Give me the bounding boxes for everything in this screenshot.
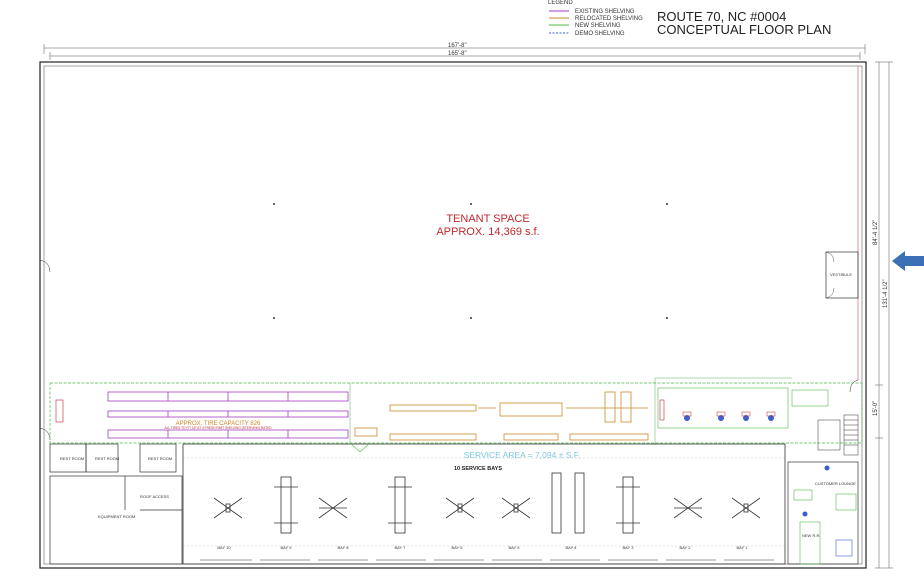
legend-relocated-label: RELOCATED SHELVING [575,16,643,22]
floor-plan-drawing: LEGEND EXISTING SHELVING RELOCATED SHELV… [39,0,924,569]
plan-subtitle: CONCEPTUAL FLOOR PLAN [657,22,831,37]
right-upper-dimension: 84'-4 1/2" [873,220,879,245]
bay-label: BAY 6 [452,545,464,550]
service-area-label: SERVICE AREA = 7,094 ± S.F. [464,450,581,460]
bay-label: BAY 9 [281,545,293,550]
equipment-room-label: EQUIPMENT ROOM [98,514,135,519]
legend-new-label: NEW SHELVING [575,23,621,29]
building-walls [39,61,867,569]
vestibule: VESTIBULE [825,251,859,299]
left-rooms [49,443,183,565]
tire-capacity-note: ALL TIRES TO FIT 18" AT 4 FRESH RIMT SHE… [164,426,272,430]
customer-lounge-label: CUSTOMER LOUNGE [815,481,856,486]
top-dimensions: 167'-8" 165'-8" [43,43,866,60]
stair [817,414,859,456]
bay-label: BAY 4 [566,545,578,550]
tenant-space-label: TENANT SPACE [446,213,529,225]
legend-heading: LEGEND [548,0,573,6]
relocated-shelving [354,391,649,441]
legend: LEGEND EXISTING SHELVING RELOCATED SHELV… [548,0,643,37]
bay-label: BAY 10 [217,545,231,550]
new-rest-room-label: NEW R.R. [802,533,820,538]
rest-room-3-label: REST ROOM [148,456,172,461]
right-lower-dimension: 15'-0" [873,401,879,416]
inner-width-dimension: 165'-8" [448,51,467,57]
bay-labels: BAY 10 BAY 9 BAY 8 BAY 7 BAY 6 BAY 5 BAY… [217,545,748,550]
bay-label: BAY 1 [737,545,749,550]
tenant-space-area: APPROX. 14,369 s.f. [436,226,539,238]
legend-existing-label: EXISTING SHELVING [575,9,635,15]
bay-label: BAY 5 [509,545,521,550]
bay-label: BAY 8 [338,545,350,550]
service-bays-count: 10 SERVICE BAYS [454,466,502,472]
entry-arrow-icon [892,251,924,271]
vestibule-label: VESTIBULE [830,272,852,277]
roof-access-label: ROOF ACCESS [140,494,169,499]
vehicle-lifts [213,472,761,534]
tire-shelving [55,391,349,439]
service-desk-fixtures [657,387,829,429]
legend-demo-label: DEMO SHELVING [575,31,625,37]
rest-room-2-label: REST ROOM [95,456,119,461]
right-dimensions: 84'-4 1/2" 131'-4 1/2" 15'-0" [873,61,893,569]
right-rooms [787,461,859,565]
workstations [682,411,776,421]
overall-width-dimension: 167'-8" [448,43,467,49]
bay-label: BAY 7 [395,545,407,550]
bay-label: BAY 2 [680,545,692,550]
right-total-dimension: 131'-4 1/2" [883,279,889,308]
bay-label: BAY 3 [623,545,635,550]
rest-room-1-label: REST ROOM [60,456,84,461]
